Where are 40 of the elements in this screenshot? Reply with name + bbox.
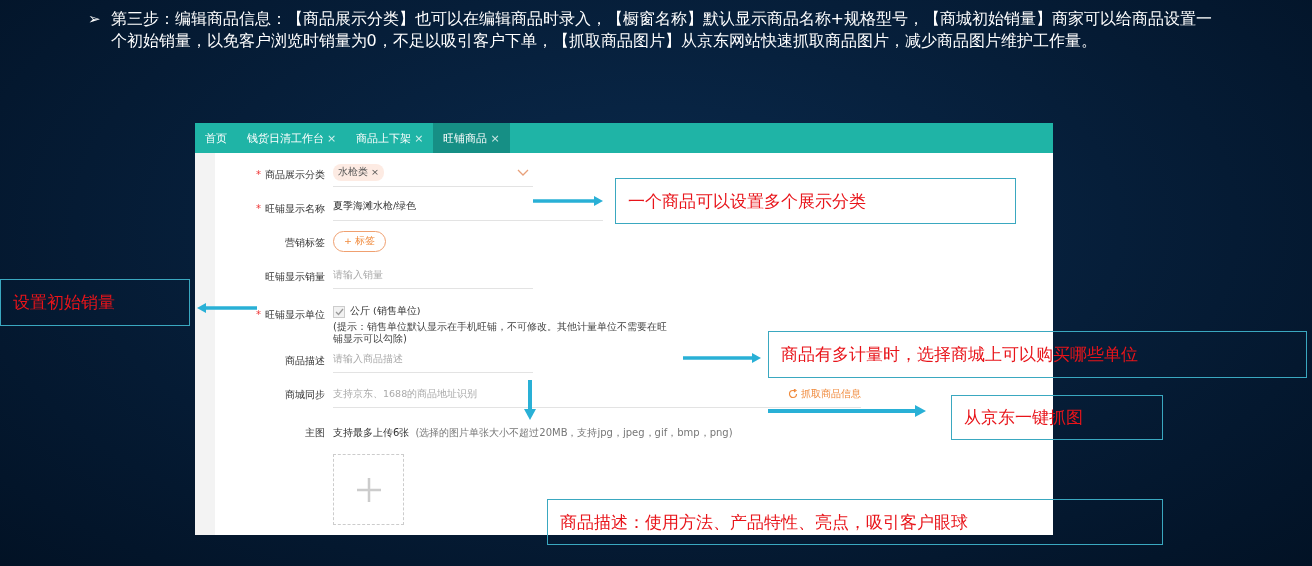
right-arrow	[533, 196, 603, 206]
callout-box: 商品有多计量时，选择商城上可以购买哪些单位	[768, 331, 1307, 378]
tab[interactable]: 钱货日清工作台 ×	[237, 123, 347, 153]
fetch-info-link[interactable]: 抓取商品信息	[788, 387, 861, 401]
field-label: 主图	[305, 426, 325, 440]
category-select[interactable]: 水枪类 ×	[333, 159, 533, 187]
category-tag[interactable]: 水枪类 ×	[333, 164, 384, 181]
callout-box: 设置初始销量	[0, 279, 190, 326]
hint-text: (提示：销售单位默认显示在手机旺铺，不可修改。其他计量单位不需要在旺铺显示可以勾除)	[333, 321, 668, 345]
field-label: 商城同步	[285, 388, 325, 402]
field-label: 旺铺显示单位	[265, 308, 325, 322]
upload-hint: (选择的图片单张大小不超过20MB，支持jpg，jpeg，gif，bmp，png)	[415, 426, 733, 440]
tab[interactable]: 商品上下架 ×	[346, 123, 434, 153]
bullet-marker: ➢	[88, 9, 101, 30]
step-description: 第三步：编辑商品信息：【商品展示分类】也可以在编辑商品时录入，【橱窗名称】默认显示商品名称+规格型号，【商城初始销量】商家可以给商品设置一个初始销量，以免客户浏览时销量为0，不足以吸引客户下单，【抓取商品图片】从京东网站快速抓取商品图片，减少商品图片维护工作量。	[110, 8, 1213, 52]
chevron-icon	[517, 169, 529, 176]
upload-limit: 支持最多上传6张	[333, 426, 410, 440]
required-mark: *	[256, 203, 261, 214]
callout-box: 一个商品可以设置多个展示分类	[615, 178, 1016, 224]
required-mark: *	[256, 309, 261, 320]
upload-image-button[interactable]	[333, 454, 404, 525]
unit-option: 公斤 (销售单位)	[350, 305, 421, 318]
field-label: 商品展示分类	[265, 168, 325, 182]
down-arrow	[524, 380, 536, 420]
input-field[interactable]: 请输入销量	[333, 261, 533, 289]
refresh-icon	[788, 389, 798, 399]
callout-box: 商品描述：使用方法、产品特性、亮点，吸引客户眼球	[547, 499, 1163, 545]
plus-icon	[354, 475, 383, 504]
add-tag-button[interactable]: + 标签	[333, 231, 386, 252]
input-field[interactable]: 支持京东、1688的商品地址识别	[333, 379, 788, 407]
field-label: 商品描述	[285, 354, 325, 368]
field-label: 营销标签	[285, 236, 325, 250]
tab[interactable]: 首页	[195, 123, 237, 153]
field-label: 旺铺显示名称	[265, 202, 325, 216]
tab[interactable]: 旺铺商品 ×	[433, 123, 510, 153]
input-field[interactable]: 请输入商品描述	[333, 345, 533, 373]
left-arrow	[197, 303, 257, 313]
required-mark: *	[256, 169, 261, 180]
checkbox[interactable]	[333, 305, 345, 318]
field-label: 旺铺显示销量	[265, 270, 325, 284]
